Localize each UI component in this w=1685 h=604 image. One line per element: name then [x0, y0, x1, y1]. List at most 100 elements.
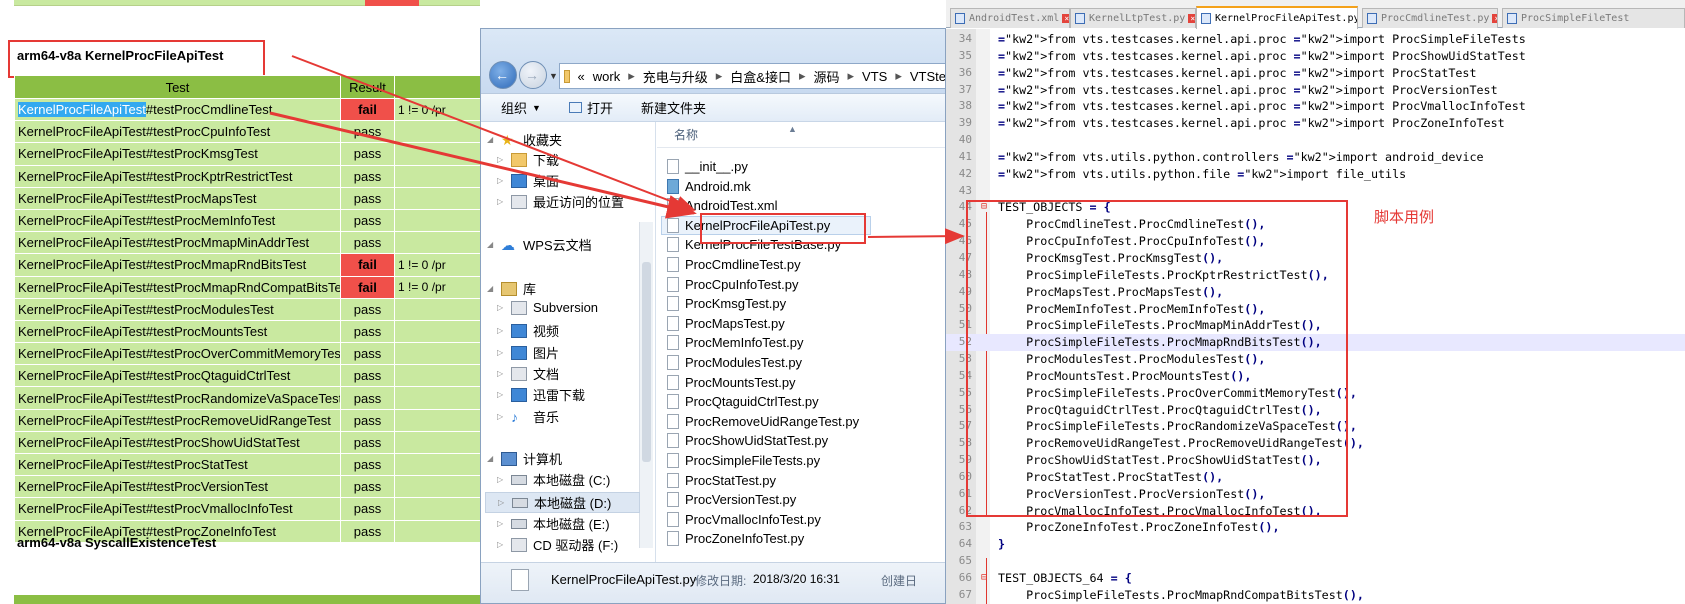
- breadcrumb-vtste[interactable]: VTSte: [910, 69, 945, 84]
- close-tab-icon[interactable]: ×: [1188, 14, 1195, 23]
- nav-item-label: 本地磁盘 (E:): [533, 517, 610, 532]
- nav-item[interactable]: ▷ 视频: [485, 321, 559, 340]
- code-line[interactable]: 43: [946, 183, 1685, 200]
- breadcrumb-source[interactable]: 源码: [814, 67, 840, 86]
- code-text: }: [998, 537, 1006, 552]
- code-line[interactable]: 34 ="kw2">from vts.testcases.kernel.api.p…: [946, 31, 1685, 48]
- nav-item[interactable]: ▷ 最近访问的位置: [485, 192, 624, 211]
- file-item[interactable]: ProcRemoveUidRangeTest.py: [667, 412, 859, 431]
- nav-item[interactable]: ▷ 本地磁盘 (E:): [485, 514, 610, 533]
- test-name-suffix: #testProcVersionTest: [145, 479, 269, 495]
- nav-item[interactable]: ▷ 迅雷下载: [485, 385, 585, 404]
- editor-tab[interactable]: AndroidTest.xml ×: [950, 8, 1070, 28]
- file-item[interactable]: ProcCmdlineTest.py: [667, 255, 801, 274]
- expand-toggle-icon[interactable]: ▷: [497, 412, 507, 421]
- nav-item[interactable]: ▷ 下载: [485, 150, 559, 169]
- file-item[interactable]: Android.mk: [667, 177, 751, 196]
- code-line[interactable]: 66 ⊟ TEST_OBJECTS_64 = {: [946, 570, 1685, 587]
- file-item[interactable]: __init__.py: [667, 157, 748, 176]
- nav-item[interactable]: ▷ 文档: [485, 364, 559, 383]
- close-tab-icon[interactable]: ×: [1062, 14, 1069, 23]
- nav-scrollbar-thumb[interactable]: [642, 262, 651, 462]
- editor-tab[interactable]: KernelProcFileApiTest.py×: [1196, 6, 1358, 29]
- address-bar[interactable]: « work ▸ 充电与升级 ▸ 白盒&接口 ▸ 源码 ▸ VTS ▸ VTSte: [559, 63, 945, 89]
- expand-toggle-icon[interactable]: ▷: [497, 155, 507, 164]
- editor-tab[interactable]: ProcSimpleFileTest: [1502, 8, 1685, 28]
- nav-item[interactable]: ▷ 桌面: [485, 171, 559, 190]
- nav-item[interactable]: ▷ ♪ 音乐: [485, 407, 559, 426]
- line-number: 39: [958, 116, 972, 130]
- code-line[interactable]: 64}: [946, 536, 1685, 553]
- nav-scrollbar[interactable]: [639, 222, 653, 548]
- desktop-icon: [511, 173, 527, 188]
- address-lead-icon[interactable]: «: [578, 69, 585, 84]
- file-item[interactable]: ProcCpuInfoTest.py: [667, 275, 798, 294]
- code-line[interactable]: 63 ProcZoneInfoTest.ProcZoneInfoTest(),: [946, 519, 1685, 536]
- file-item[interactable]: ProcKmsgTest.py: [667, 294, 786, 313]
- expand-toggle-icon[interactable]: ▷: [497, 540, 507, 549]
- back-button[interactable]: ←: [489, 61, 517, 89]
- fold-toggle-icon[interactable]: ⊟: [979, 570, 989, 587]
- file-item[interactable]: ProcMountsTest.py: [667, 373, 796, 392]
- editor-tab[interactable]: ProcCmdlineTest.py×: [1362, 8, 1498, 28]
- code-line[interactable]: 40: [946, 132, 1685, 149]
- column-header-name[interactable]: 名称 ▲: [657, 122, 945, 148]
- history-dropdown-icon[interactable]: ▼: [549, 71, 558, 81]
- code-line[interactable]: 41 ="kw2">from vts.utils.python.controlle…: [946, 149, 1685, 166]
- expand-toggle-icon[interactable]: ▷: [497, 390, 507, 399]
- code-line[interactable]: 42 ="kw2">from vts.utils.python.file ="kw…: [946, 166, 1685, 183]
- thunder-download-icon: [511, 387, 527, 402]
- file-item[interactable]: ProcSimpleFileTests.py: [667, 451, 820, 470]
- expand-toggle-icon[interactable]: ▷: [497, 197, 507, 206]
- nav-item[interactable]: ◢ 库: [481, 279, 536, 298]
- nav-item[interactable]: ▷ Subversion: [485, 300, 598, 315]
- nav-item[interactable]: ◢ ★ 收藏夹: [481, 130, 562, 149]
- file-item[interactable]: ProcMapsTest.py: [667, 314, 785, 333]
- code-line[interactable]: 67 ProcSimpleFileTests.ProcMmapRndCompat…: [946, 587, 1685, 604]
- result-cell: pass: [340, 120, 395, 144]
- expand-toggle-icon[interactable]: ◢: [487, 135, 497, 144]
- expand-toggle-icon[interactable]: ▷: [498, 498, 508, 507]
- editor-tab[interactable]: KernelLtpTest.py ×: [1070, 8, 1196, 28]
- breadcrumb-vts[interactable]: VTS: [862, 69, 887, 84]
- nav-item[interactable]: ◢ 计算机: [481, 449, 562, 468]
- file-item[interactable]: ProcQtaguidCtrlTest.py: [667, 392, 819, 411]
- file-item[interactable]: ProcVersionTest.py: [667, 490, 796, 509]
- code-line[interactable]: 36 ="kw2">from vts.testcases.kernel.api.p…: [946, 65, 1685, 82]
- code-line[interactable]: 37 ="kw2">from vts.testcases.kernel.api.p…: [946, 82, 1685, 99]
- file-item[interactable]: ProcMemInfoTest.py: [667, 333, 804, 352]
- code-line[interactable]: 65: [946, 553, 1685, 570]
- breadcrumb-work[interactable]: work: [593, 69, 620, 84]
- expand-toggle-icon[interactable]: ▷: [497, 369, 507, 378]
- expand-toggle-icon[interactable]: ◢: [487, 454, 497, 463]
- open-button[interactable]: 打开: [568, 98, 613, 117]
- file-item[interactable]: ProcShowUidStatTest.py: [667, 431, 828, 450]
- breadcrumb-whitebox[interactable]: 白盒&接口: [730, 67, 791, 86]
- close-tab-icon[interactable]: ×: [1492, 14, 1497, 23]
- file-item[interactable]: ProcVmallocInfoTest.py: [667, 510, 821, 529]
- nav-item[interactable]: ▷ 本地磁盘 (D:): [485, 492, 640, 513]
- code-line[interactable]: 35 ="kw2">from vts.testcases.kernel.api.p…: [946, 48, 1685, 65]
- code-line[interactable]: 38 ="kw2">from vts.testcases.kernel.api.p…: [946, 98, 1685, 115]
- nav-item[interactable]: ◢ ☁ WPS云文档: [481, 235, 592, 254]
- cloud-icon: ☁: [501, 236, 515, 253]
- expand-toggle-icon[interactable]: ▷: [497, 475, 507, 484]
- expand-toggle-icon[interactable]: ▷: [497, 176, 507, 185]
- nav-item[interactable]: ▷ 图片: [485, 343, 559, 362]
- new-folder-button[interactable]: 新建文件夹: [641, 98, 706, 117]
- expand-toggle-icon[interactable]: ▷: [497, 348, 507, 357]
- expand-toggle-icon[interactable]: ▷: [497, 519, 507, 528]
- expand-toggle-icon[interactable]: ◢: [487, 240, 497, 249]
- expand-toggle-icon[interactable]: ▷: [497, 303, 507, 312]
- organize-menu[interactable]: 组织 ▼: [501, 98, 541, 117]
- breadcrumb-charging[interactable]: 充电与升级: [643, 67, 708, 86]
- code-line[interactable]: 39 ="kw2">from vts.testcases.kernel.api.p…: [946, 115, 1685, 132]
- forward-button[interactable]: →: [519, 61, 547, 89]
- nav-item[interactable]: ▷ CD 驱动器 (F:): [485, 535, 618, 554]
- file-item[interactable]: ProcZoneInfoTest.py: [667, 529, 804, 548]
- expand-toggle-icon[interactable]: ◢: [487, 284, 497, 293]
- file-item[interactable]: ProcStatTest.py: [667, 471, 776, 490]
- file-item[interactable]: ProcModulesTest.py: [667, 353, 802, 372]
- expand-toggle-icon[interactable]: ▷: [497, 326, 507, 335]
- nav-item[interactable]: ▷ 本地磁盘 (C:): [485, 470, 610, 489]
